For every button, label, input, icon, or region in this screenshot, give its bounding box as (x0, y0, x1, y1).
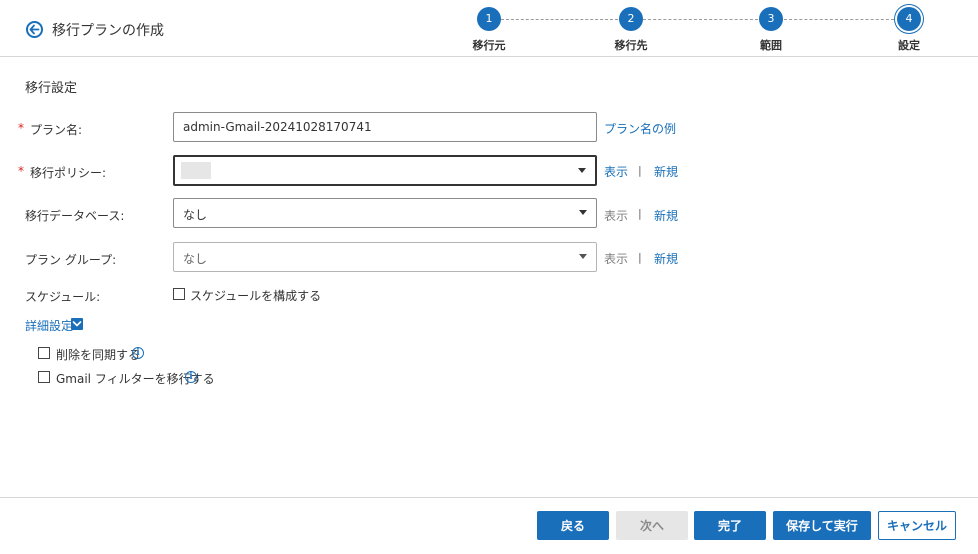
database-new-link[interactable]: 新規 (654, 207, 678, 224)
step-label: 範囲 (760, 39, 782, 52)
plan-group-label: プラン グループ: (25, 253, 117, 267)
select-value: なし (183, 208, 208, 222)
step-number: 3 (759, 7, 783, 31)
migration-policy-label: 移行ポリシー: (30, 166, 107, 180)
link-separator: | (638, 251, 642, 264)
migrate-gmail-filters-checkbox[interactable] (38, 371, 50, 383)
advanced-settings-link[interactable]: 詳細設定 (25, 317, 73, 334)
step-destination: 2 移行先 (591, 7, 671, 53)
caret-down-icon (578, 168, 586, 173)
step-label: 移行元 (472, 39, 506, 52)
caret-down-icon (579, 254, 587, 259)
next-button: 次へ (616, 511, 688, 540)
selected-value-placeholder (181, 162, 211, 179)
policy-new-link[interactable]: 新規 (654, 163, 678, 180)
info-icon[interactable]: i (185, 371, 197, 383)
required-mark: * (18, 121, 24, 135)
footer-bar: 戻る 次へ 完了 保存して実行 キャンセル (0, 497, 978, 554)
save-and-run-button[interactable]: 保存して実行 (773, 511, 871, 540)
plan-group-select[interactable]: なし (173, 242, 597, 272)
required-mark: * (18, 164, 24, 178)
step-label: 設定 (898, 39, 920, 52)
plan-name-input[interactable] (173, 112, 597, 142)
finish-button[interactable]: 完了 (694, 511, 766, 540)
schedule-checkbox-label[interactable]: スケジュールを構成する (190, 287, 321, 304)
step-number: 4 (897, 7, 921, 31)
page-header: 移行プランの作成 1 移行元 2 移行先 3 範囲 4 設定 (0, 0, 978, 57)
link-separator: | (638, 207, 642, 220)
sync-deletion-label[interactable]: 削除を同期する (56, 346, 140, 363)
caret-down-icon (579, 210, 587, 215)
link-separator: | (638, 164, 642, 177)
migration-database-select[interactable]: なし (173, 198, 597, 228)
plan-name-example-link[interactable]: プラン名の例 (604, 120, 676, 137)
back-arrow-icon[interactable] (26, 21, 43, 38)
step-source: 1 移行元 (449, 7, 529, 53)
page-title: 移行プランの作成 (52, 23, 164, 39)
schedule-label: スケジュール: (25, 290, 101, 304)
select-value: なし (183, 252, 208, 266)
step-number: 1 (477, 7, 501, 31)
step-number: 2 (619, 7, 643, 31)
plan-name-label: プラン名: (30, 123, 83, 137)
step-scope: 3 範囲 (731, 7, 811, 53)
schedule-checkbox[interactable] (173, 288, 185, 300)
back-button[interactable]: 戻る (537, 511, 609, 540)
chevron-down-icon[interactable] (71, 318, 83, 330)
migration-policy-select[interactable] (173, 155, 597, 186)
cancel-button[interactable]: キャンセル (878, 511, 956, 540)
step-settings: 4 設定 (869, 7, 949, 53)
section-title: 移行設定 (25, 81, 78, 96)
policy-view-link[interactable]: 表示 (604, 163, 628, 180)
database-view-link: 表示 (604, 209, 629, 223)
group-new-link[interactable]: 新規 (654, 250, 678, 267)
step-label: 移行先 (614, 39, 648, 52)
migration-database-label: 移行データベース: (25, 209, 125, 223)
group-view-link: 表示 (604, 252, 629, 266)
sync-deletion-checkbox[interactable] (38, 347, 50, 359)
info-icon[interactable]: i (132, 347, 144, 359)
